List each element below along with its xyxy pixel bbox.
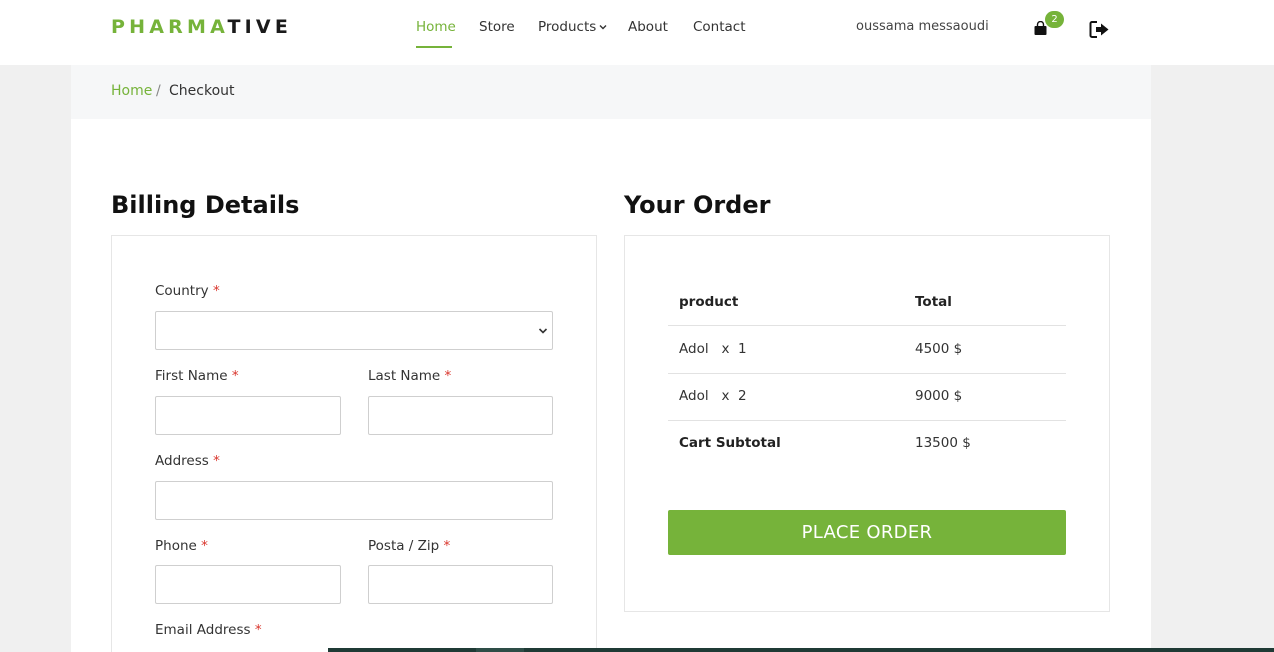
phone-label-text: Phone [155,538,197,554]
required-mark: * [444,368,452,384]
order-header-product: product [679,294,739,310]
cart-subtotal-value: 13500 $ [915,435,971,451]
zip-label: Posta / Zip * [368,538,450,554]
zip-field[interactable] [368,565,553,604]
breadcrumb-home[interactable]: Home [111,83,152,99]
billing-title: Billing Details [111,191,300,219]
email-label: Email Address * [155,622,262,638]
order-summary [624,235,1110,612]
bottom-bar [328,648,1274,652]
email-label-text: Email Address [155,622,251,638]
order-header-total: Total [915,294,952,310]
nav-products[interactable]: Products [538,19,596,35]
required-mark: * [443,538,451,554]
nav-contact[interactable]: Contact [693,19,746,35]
first-name-label: First Name * [155,368,239,384]
site-header: PHARMATIVE Home Store Products About Con… [0,0,1274,65]
order-row-total: 9000 $ [915,388,963,404]
order-row-product: Adol x 1 [679,341,747,357]
country-select[interactable] [155,311,553,350]
order-title: Your Order [624,191,771,219]
sign-out-icon[interactable] [1089,20,1110,39]
required-mark: * [212,283,220,299]
breadcrumb-current: Checkout [169,83,235,99]
divider [668,373,1066,374]
last-name-field[interactable] [368,396,553,435]
divider [668,325,1066,326]
required-mark: * [213,453,220,469]
required-mark: * [254,622,262,638]
cart-count-badge: 2 [1045,11,1064,28]
cart-subtotal-label: Cart Subtotal [679,435,781,451]
divider [668,420,1066,421]
address-field[interactable] [155,481,553,520]
place-order-button[interactable]: PLACE ORDER [668,510,1066,555]
first-name-label-text: First Name [155,368,228,384]
country-label-text: Country [155,283,209,299]
brand-logo[interactable]: PHARMATIVE [111,16,292,38]
user-name[interactable]: oussama messaoudi [856,19,989,34]
country-label: Country * [155,283,220,299]
required-mark: * [201,538,208,554]
address-label: Address * [155,453,220,469]
phone-field[interactable] [155,565,341,604]
last-name-label-text: Last Name [368,368,441,384]
chevron-down-icon[interactable] [598,22,608,32]
address-label-text: Address [155,453,209,469]
bottom-bar-segment [476,648,524,652]
order-row-total: 4500 $ [915,341,963,357]
nav-store[interactable]: Store [479,19,515,35]
order-row-product: Adol x 2 [679,388,747,404]
nav-about[interactable]: About [628,19,668,35]
nav-active-indicator [416,46,452,48]
breadcrumb-separator: / [156,83,161,99]
zip-label-text: Posta / Zip [368,538,440,554]
phone-label: Phone * [155,538,208,554]
nav-home[interactable]: Home [416,19,456,35]
brand-logo-part2: TIVE [227,16,293,38]
first-name-field[interactable] [155,396,341,435]
brand-logo-part1: PHARMA [111,16,228,38]
required-mark: * [231,368,239,384]
last-name-label: Last Name * [368,368,451,384]
